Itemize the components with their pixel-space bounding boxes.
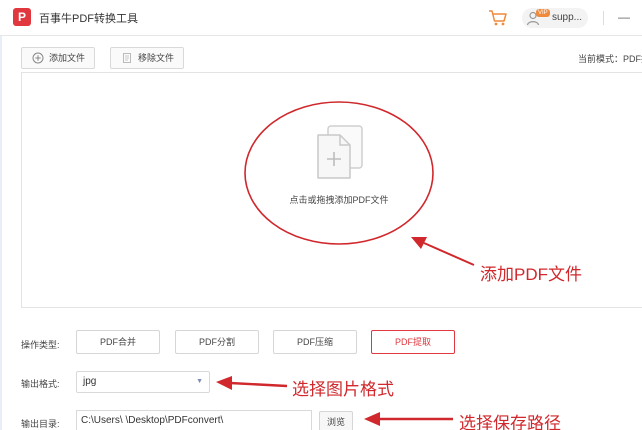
output-dir-label: 输出目录: [21, 419, 60, 429]
current-mode-label: 当前模式：PDF提取 [578, 54, 642, 64]
remove-file-icon [123, 53, 131, 63]
pdf-split-button[interactable]: PDF分割 [175, 330, 259, 354]
pdf-extract-button[interactable]: PDF提取 [371, 330, 455, 354]
logo-icon: P [13, 8, 31, 26]
add-file-button[interactable]: 添加文件 [21, 47, 95, 69]
remove-file-button[interactable]: 移除文件 [110, 47, 184, 69]
annotation-choose-path: 选择保存路径 [459, 414, 561, 430]
app-title: 百事牛PDF转换工具 [39, 13, 138, 25]
remove-file-label: 移除文件 [138, 53, 175, 63]
add-file-icon [32, 52, 44, 64]
title-divider [603, 11, 604, 25]
title-bar: P 百事牛PDF转换工具 VIP supp... — [0, 0, 642, 36]
cart-icon[interactable] [488, 9, 508, 27]
annotation-add-pdf: 添加PDF文件 [480, 265, 582, 284]
annotation-arrow-path [364, 412, 453, 426]
add-file-label: 添加文件 [49, 53, 86, 63]
annotation-choose-format: 选择图片格式 [292, 380, 394, 399]
pdf-compress-button[interactable]: PDF压缩 [273, 330, 357, 354]
output-dir-input[interactable]: C:\Users\ \Desktop\PDFconvert\ [76, 410, 312, 430]
annotation-arrow-format [216, 376, 288, 390]
output-format-label: 输出格式: [21, 379, 60, 389]
vip-badge: VIP [536, 9, 550, 17]
output-format-value: jpg [83, 376, 97, 387]
browse-button[interactable]: 浏览 [319, 411, 353, 430]
user-name: supp... [552, 12, 583, 23]
left-edge [0, 36, 2, 430]
operation-type-label: 操作类型: [21, 340, 60, 350]
chevron-down-icon: ▼ [196, 378, 203, 385]
minimize-icon[interactable]: — [618, 10, 630, 24]
document-add-icon[interactable] [312, 123, 368, 183]
output-format-select[interactable]: jpg ▼ [76, 371, 210, 393]
pdf-merge-button[interactable]: PDF合并 [76, 330, 160, 354]
user-account-button[interactable]: VIP supp... [522, 8, 588, 28]
drop-hint: 点击或拖拽添加PDF文件 [289, 195, 389, 205]
